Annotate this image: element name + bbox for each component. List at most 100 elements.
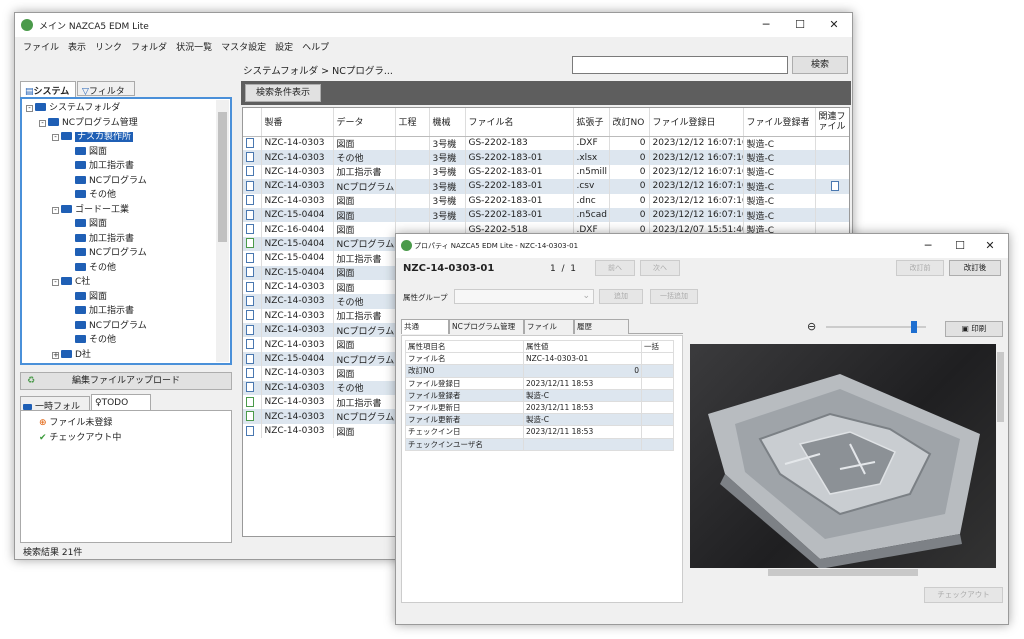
attribute-row[interactable]: チェックイン日 2023/12/11 18:53 — [405, 425, 674, 439]
zoom-slider[interactable] — [826, 321, 926, 333]
property-tab[interactable]: ファイル — [524, 319, 574, 334]
column-header[interactable]: 改訂NO — [609, 108, 650, 137]
tree-node[interactable]: その他 — [65, 189, 116, 202]
column-header[interactable]: ファイル名 — [465, 108, 574, 137]
menu-item[interactable]: 表示 — [68, 43, 86, 53]
tree-node[interactable]: その他 — [65, 262, 116, 275]
attribute-group-select[interactable]: ⌄ — [454, 289, 594, 304]
column-header[interactable] — [243, 108, 262, 137]
checkout-button[interactable]: チェックアウト — [924, 587, 1003, 603]
column-header[interactable]: データ — [333, 108, 396, 137]
collapse-icon[interactable]: - — [39, 119, 46, 127]
tree-node[interactable]: NCプログラム — [65, 320, 147, 333]
column-header[interactable]: 拡張子 — [573, 108, 610, 137]
property-tab[interactable]: NCプログラム管理 — [449, 319, 524, 334]
table-row[interactable]: NZC-15-0404 図面 3号機 GS-2202-183-01 .n5cad 0 202… — [243, 207, 849, 223]
collapse-icon[interactable]: - — [52, 279, 59, 286]
column-header[interactable]: 関連ファイル — [815, 108, 849, 137]
image-horizontal-scrollbar[interactable] — [690, 568, 996, 577]
related-file-cell — [815, 150, 849, 165]
tree-node[interactable]: + D社 — [52, 349, 91, 362]
column-header[interactable]: ファイル登録日 — [649, 108, 744, 137]
table-cell: その他 — [333, 150, 396, 165]
column-header[interactable]: ファイル登録者 — [743, 108, 816, 137]
folder-icon — [61, 277, 72, 285]
tree-node[interactable]: - ナスカ製作所 — [52, 131, 134, 144]
add-button[interactable]: 追加 — [599, 289, 643, 304]
menu-item[interactable]: ファイル — [23, 43, 59, 53]
table-row[interactable]: NZC-14-0303 図面 3号機 GS-2202-183-01 .dnc 0 2023/… — [243, 193, 849, 208]
prev-button[interactable]: 前へ — [595, 260, 635, 276]
menu-item[interactable]: マスタ設定 — [221, 43, 266, 53]
tree-node[interactable]: - ゴードー工業 — [52, 204, 129, 217]
tree-node[interactable]: 図面 — [65, 218, 107, 231]
tree-node[interactable]: 図面 — [65, 291, 107, 304]
collapse-icon[interactable]: - — [26, 105, 33, 112]
menu-item[interactable]: ヘルプ — [302, 43, 329, 53]
table-row[interactable]: NZC-14-0303 NCプログラム 3号機 GS-2202-183-01 .csv 0… — [243, 179, 849, 194]
collapse-icon[interactable]: - — [52, 134, 59, 141]
tree-node[interactable]: 加工指示書 — [65, 233, 134, 246]
property-tab[interactable]: 履歴 — [574, 319, 629, 334]
menu-item[interactable]: リンク — [95, 43, 122, 53]
tree-node[interactable]: NCプログラム — [65, 175, 147, 188]
table-row[interactable]: NZC-14-0303 その他 3号機 GS-2202-183-01 .xlsx 0 202… — [243, 150, 849, 165]
tree-node[interactable]: その他 — [65, 334, 116, 347]
attribute-row[interactable]: ファイル登録者 製造-C — [405, 388, 674, 402]
batch-add-button[interactable]: 一括追加 — [650, 289, 698, 304]
print-button[interactable]: ▣ 印刷 — [945, 321, 1003, 337]
tree-node[interactable]: 図面 — [65, 146, 107, 159]
property-maximize-button[interactable]: ☐ — [944, 234, 976, 258]
property-tab[interactable]: 共通 — [401, 319, 449, 334]
tree-node[interactable]: 加工指示書 — [65, 305, 134, 318]
checkin-doc-icon — [243, 395, 262, 410]
tree-node[interactable]: NCプログラム — [65, 247, 147, 260]
menu-item[interactable]: フォルダ — [131, 43, 167, 53]
menu-item[interactable]: 状況一覧 — [176, 43, 212, 53]
attribute-row[interactable]: ファイル更新者 製造-C — [405, 413, 674, 427]
collapse-icon[interactable]: - — [52, 206, 59, 214]
attribute-row[interactable]: チェックインユーザ名 — [405, 437, 674, 451]
image-vertical-scrollbar[interactable] — [996, 344, 1005, 568]
table-cell: NZC-15-0404 — [261, 207, 334, 223]
tree-scrollbar[interactable] — [216, 100, 229, 362]
next-button[interactable]: 次へ — [640, 260, 680, 276]
upload-button[interactable]: ♻ 編集ファイルアップロード — [20, 372, 232, 390]
tab-todo[interactable]: ♀TODO — [91, 394, 151, 411]
tab-temp-folder[interactable]: 一時フォルダ — [20, 396, 90, 425]
todo-item-checkout[interactable]: ✔ チェックアウト中 — [39, 430, 121, 443]
related-file-icon[interactable] — [830, 180, 839, 191]
todo-item-unregistered[interactable]: ⊕ ファイル未登録 — [39, 415, 112, 428]
tree-node[interactable]: - C社 — [52, 276, 90, 289]
column-header[interactable]: 機械 — [429, 108, 466, 137]
search-button[interactable]: 検索 — [792, 56, 848, 74]
table-row[interactable]: NZC-14-0303 図面 3号機 GS-2202-183 .DXF 0 2023/12/… — [243, 136, 849, 151]
plus-circle-icon: ⊕ — [39, 418, 47, 428]
column-header[interactable]: 製番 — [261, 108, 334, 137]
tree-node[interactable]: - システムフォルダ — [26, 102, 120, 115]
menu-item[interactable]: 設定 — [275, 43, 293, 53]
property-minimize-button[interactable]: ─ — [912, 234, 944, 258]
minimize-button[interactable]: ─ — [750, 13, 782, 37]
attribute-row[interactable]: ファイル名 NZC-14-0303-01 — [405, 352, 674, 366]
attribute-row[interactable]: 改訂NO 0 — [405, 364, 674, 378]
search-condition-button[interactable]: 検索条件表示 — [245, 84, 321, 102]
maximize-button[interactable]: ☐ — [784, 13, 816, 37]
expand-icon[interactable]: + — [52, 351, 59, 359]
tree-node[interactable]: - NCプログラム管理 — [39, 117, 138, 130]
attribute-row[interactable]: ファイル更新日 2023/12/11 18:53 — [405, 400, 674, 415]
revision-next-button[interactable]: 改訂後 — [949, 260, 1001, 276]
search-input[interactable] — [572, 56, 788, 74]
column-header[interactable]: 工程 — [395, 108, 430, 137]
tab-system[interactable]: ▤システム — [20, 81, 76, 97]
close-button[interactable]: ✕ — [818, 13, 850, 37]
revision-prev-button[interactable]: 改訂前 — [896, 260, 944, 276]
attribute-row[interactable]: ファイル登録日 2023/12/11 18:53 — [405, 376, 674, 390]
window-title: メイン NAZCA5 EDM Lite — [39, 22, 149, 32]
table-cell: NZC-14-0303 — [261, 150, 334, 165]
table-row[interactable]: NZC-14-0303 加工指示書 3号機 GS-2202-183-01 .n5mill… — [243, 164, 849, 180]
tree-node[interactable]: 加工指示書 — [65, 160, 134, 173]
property-close-button[interactable]: ✕ — [974, 234, 1006, 258]
related-file-cell — [815, 179, 849, 194]
tab-filter[interactable]: ▽フィルタ — [77, 81, 135, 97]
